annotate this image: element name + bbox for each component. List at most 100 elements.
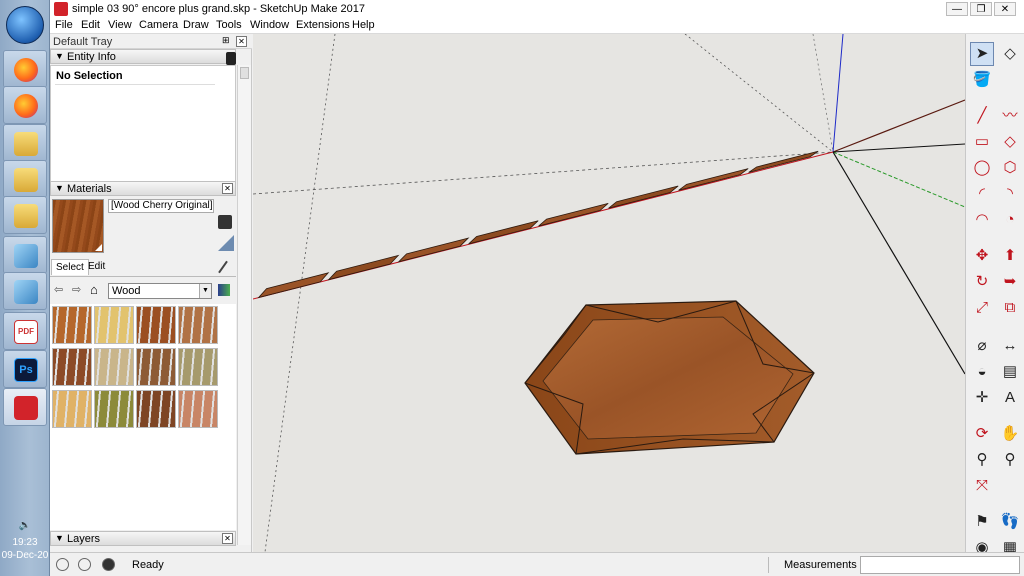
library-select[interactable]: Wood ▼	[108, 283, 212, 299]
menu-file[interactable]: File	[55, 19, 73, 31]
material-swatch[interactable]	[178, 348, 218, 386]
3d-text-icon[interactable]: A	[998, 386, 1022, 410]
material-swatch[interactable]	[52, 306, 92, 344]
arc-tool-icon[interactable]: ◜	[970, 182, 994, 206]
select-tool-icon[interactable]: ➤	[970, 42, 994, 66]
material-swatch[interactable]	[94, 306, 134, 344]
polygon-tool-icon[interactable]: ⬡	[998, 156, 1022, 180]
taskbar-sketchup-button[interactable]	[3, 388, 47, 426]
model-canvas[interactable]	[253, 34, 965, 552]
pin-icon[interactable]: ⊞	[222, 35, 230, 46]
text-tool-icon[interactable]: ▤	[998, 360, 1022, 384]
restore-button[interactable]: ❐	[970, 2, 992, 16]
menu-window[interactable]: Window	[250, 19, 289, 31]
zoom-extents-icon[interactable]: ⤧	[970, 474, 994, 498]
line-tool-icon[interactable]: ╱	[970, 104, 994, 128]
menu-help[interactable]: Help	[352, 19, 375, 31]
layers-close-button[interactable]: ✕	[222, 533, 233, 544]
close-button[interactable]: ✕	[994, 2, 1016, 16]
two-point-arc-icon[interactable]: ◝	[998, 182, 1022, 206]
eyedropper-icon[interactable]	[218, 260, 228, 274]
hexagon-wood-tray[interactable]	[524, 300, 815, 455]
wood-tile[interactable]	[397, 237, 470, 263]
lock-icon[interactable]	[226, 52, 236, 65]
axes-tool-icon[interactable]: ✛	[970, 386, 994, 410]
chevron-down-icon[interactable]: ▼	[199, 284, 211, 298]
user-account-icon[interactable]	[102, 558, 115, 571]
material-swatch[interactable]	[178, 390, 218, 428]
material-swatch[interactable]	[136, 390, 176, 428]
menu-tools[interactable]: Tools	[216, 19, 242, 31]
taskbar-firefox-button[interactable]	[3, 50, 47, 88]
wood-tile[interactable]	[678, 168, 749, 191]
rectangle-tool-icon[interactable]: ▭	[970, 130, 994, 154]
materials-close-button[interactable]: ✕	[222, 183, 233, 194]
back-icon[interactable]: ⇦	[54, 283, 63, 296]
materials-header[interactable]: ▼ Materials ✕	[50, 181, 236, 196]
circle-tool-icon[interactable]: ◯	[970, 156, 994, 180]
position-camera-icon[interactable]: ⚑	[970, 510, 994, 534]
taskbar-viewer-button[interactable]	[3, 236, 47, 274]
material-swatch[interactable]	[178, 306, 218, 344]
offset-tool-icon[interactable]: ⧉	[998, 296, 1022, 320]
paint-bucket-icon[interactable]: 🪣	[970, 68, 994, 92]
taskbar-pdf-button[interactable]: PDF	[3, 312, 47, 350]
follow-me-icon[interactable]: ➥	[998, 270, 1022, 294]
taskbar-folder-button-2[interactable]	[3, 160, 47, 198]
material-name-field[interactable]: [Wood Cherry Original]1	[108, 199, 214, 213]
wood-tile[interactable]	[538, 202, 609, 227]
tray-scrollbar[interactable]	[237, 65, 251, 545]
zoom-tool-icon[interactable]: ⚲	[970, 448, 994, 472]
measurements-input[interactable]	[860, 556, 1020, 574]
rotated-rectangle-icon[interactable]: ◇	[998, 130, 1022, 154]
menu-view[interactable]: View	[108, 19, 132, 31]
drawing-viewport[interactable]	[253, 34, 965, 552]
push-pull-icon[interactable]: ⬆	[998, 244, 1022, 268]
move-tool-icon[interactable]: ✥	[970, 244, 994, 268]
wood-tile[interactable]	[257, 272, 330, 299]
taskbar-folder-button[interactable]	[3, 124, 47, 162]
tray-close-button[interactable]: ✕	[236, 36, 247, 47]
home-icon[interactable]: ⌂	[90, 282, 98, 297]
material-swatch[interactable]	[52, 348, 92, 386]
wood-tile[interactable]	[748, 150, 819, 173]
minimize-button[interactable]: —	[946, 2, 968, 16]
pie-tool-icon[interactable]: ◔	[998, 208, 1022, 232]
orbit-tool-icon[interactable]: ⟳	[970, 422, 994, 446]
taskbar-viewer-button-2[interactable]	[3, 272, 47, 310]
credits-icon[interactable]	[78, 558, 91, 571]
eraser-tool-icon[interactable]: ◇	[998, 42, 1022, 66]
entity-info-header[interactable]: ▼ Entity Info	[50, 49, 236, 64]
volume-icon[interactable]: 🔈	[0, 520, 50, 531]
wood-tile-row[interactable]	[257, 150, 819, 299]
three-point-arc-icon[interactable]: ◠	[970, 208, 994, 232]
taskbar-folder-button-3[interactable]	[3, 196, 47, 234]
material-swatch[interactable]	[52, 390, 92, 428]
pan-tool-icon[interactable]: ✋	[998, 422, 1022, 446]
details-icon[interactable]	[218, 284, 230, 296]
walk-tool-icon[interactable]: 👣	[998, 510, 1022, 534]
material-swatch[interactable]	[94, 348, 134, 386]
default-material-icon[interactable]	[218, 235, 234, 251]
menu-edit[interactable]: Edit	[81, 19, 100, 31]
scrollbar-thumb[interactable]	[240, 67, 249, 79]
material-swatch[interactable]	[136, 348, 176, 386]
menu-camera[interactable]: Camera	[139, 19, 178, 31]
dimension-tool-icon[interactable]: ↔	[998, 334, 1022, 358]
start-button[interactable]	[6, 6, 44, 44]
wood-tile[interactable]	[608, 185, 679, 209]
taskbar-firefox-button-2[interactable]	[3, 86, 47, 124]
tab-edit[interactable]: Edit	[84, 259, 109, 275]
material-preview-swatch[interactable]	[52, 199, 104, 253]
geo-location-icon[interactable]	[56, 558, 69, 571]
material-swatch[interactable]	[94, 390, 134, 428]
zoom-window-icon[interactable]: ⚲	[998, 448, 1022, 472]
freehand-tool-icon[interactable]: 〰	[998, 104, 1022, 128]
tape-measure-icon[interactable]: ⌀	[970, 334, 994, 358]
material-swatch[interactable]	[136, 306, 176, 344]
taskbar-photoshop-button[interactable]: Ps	[3, 350, 47, 388]
forward-icon[interactable]: ⇨	[72, 283, 81, 296]
wood-tile[interactable]	[468, 220, 539, 245]
menu-draw[interactable]: Draw	[183, 19, 209, 31]
layers-header[interactable]: ▼ Layers ✕	[50, 531, 236, 546]
